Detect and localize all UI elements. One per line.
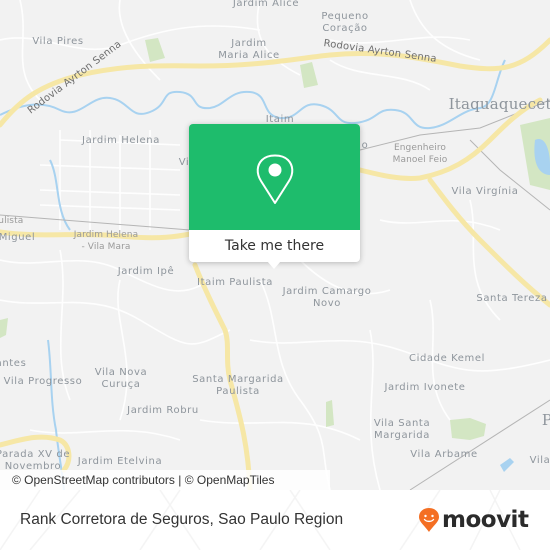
map-label-jardim-helena-vila-mara: Jardim Helena - Vila Mara — [73, 230, 139, 252]
take-me-there-button[interactable]: Take me there — [189, 230, 360, 262]
footer: Rank Corretora de Seguros, Sao Paulo Reg… — [0, 490, 550, 550]
map-label-o-partial: o — [361, 140, 369, 151]
map-label-vila-pires: Vila Pires — [32, 36, 84, 47]
map-label-itaim-paulista: Itaim Paulista — [197, 277, 273, 288]
map-label-vila-santa-margarida: Vila Santa Margarida — [373, 418, 431, 441]
location-pin-icon — [256, 154, 294, 204]
map-label-miguel-partial: Miguel — [0, 232, 36, 243]
map-label-jardim-ipe: Jardim Ipê — [117, 266, 175, 277]
map-attribution[interactable]: © OpenStreetMap contributors | © OpenMap… — [0, 470, 330, 490]
map-label-p-partial: P — [541, 411, 550, 429]
map-label-engenheiro-manoel-feio: Engenheiro Manoel Feio — [392, 143, 448, 165]
location-popup[interactable]: Take me there — [189, 124, 360, 269]
map-label-jardim-camargo-novo: Jardim Camargo Novo — [282, 286, 372, 309]
map-label-cidade-kemel: Cidade Kemel — [409, 353, 485, 364]
map-label-paulista-partial: aulista — [0, 216, 24, 226]
place-title: Rank Corretora de Seguros, Sao Paulo Reg… — [20, 511, 344, 528]
map-label-vila-nova-curuca: Vila Nova Curuça — [94, 367, 148, 390]
popup-header[interactable] — [189, 124, 360, 230]
map-label-jardim-ivonete: Jardim Ivonete — [384, 382, 466, 393]
moovit-pin-icon — [419, 508, 439, 532]
map-label-jardim-helena: Jardim Helena — [82, 135, 160, 146]
map-label-pequeno-coracao: Pequeno Coração — [321, 11, 369, 34]
map-label-antes-partial: antes — [0, 358, 27, 369]
map-label-itaquaquecetuba: Itaquaquecetu — [448, 95, 550, 113]
map-label-vila-virginia: Vila Virgínia — [451, 186, 519, 197]
moovit-logo[interactable]: moovit — [418, 506, 529, 534]
map[interactable]: Jardim Alice Pequeno Coração Vila Pires … — [0, 0, 550, 490]
map-label-vila-partial: Vila — [529, 455, 550, 466]
popup-pointer — [267, 261, 281, 269]
map-label-jardim-robru: Jardim Robru — [127, 405, 199, 416]
map-label-jardim-etelvina: Jardim Etelvina — [77, 456, 163, 467]
map-label-vila-progresso: Vila Progresso — [3, 376, 83, 387]
map-label-jardim-maria-alice: Jardim Maria Alice — [218, 38, 280, 61]
map-label-santa-margarida-paulista: Santa Margarida Paulista — [192, 374, 284, 397]
map-label-vila-arbame: Vila Arbame — [410, 449, 478, 460]
map-label-vi-partial: Vi — [178, 157, 190, 168]
map-label-santa-tereza: Santa Tereza — [476, 293, 548, 304]
moovit-wordmark: moovit — [442, 507, 529, 533]
map-label-jardim-alice: Jardim Alice — [232, 0, 300, 9]
